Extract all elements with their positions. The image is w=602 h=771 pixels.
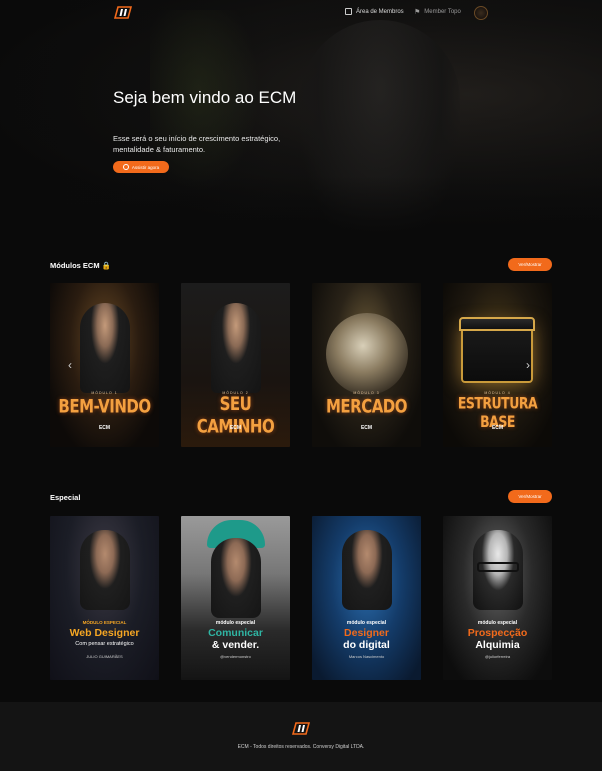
- module-card-1[interactable]: MÓDULO 1 BEM-VINDO ECM: [50, 283, 159, 447]
- nav-member-topo[interactable]: ⚑ Member Topo: [414, 8, 461, 16]
- modules-section-title: Módulos ECM 🔒: [50, 261, 111, 270]
- special-title: Web Designer: [69, 627, 140, 639]
- module-card-4[interactable]: MÓDULO 4 ESTRUTURA BASE ECM: [443, 283, 552, 447]
- special-title: Comunicar: [208, 627, 263, 639]
- special-subtitle: Com pensar estratégico: [75, 641, 134, 647]
- module-brand: ECM: [229, 425, 242, 431]
- module-card-3[interactable]: MÓDULO 3 MERCADO ECM: [312, 283, 421, 447]
- module-card-2[interactable]: MÓDULO 2 SEU CAMINHO ECM: [181, 283, 290, 447]
- special-card-4[interactable]: módulo especial Prospecção Alquimia @jul…: [443, 516, 552, 680]
- play-icon: [122, 164, 129, 170]
- user-icon: [345, 8, 352, 15]
- module-3-coin-image: [326, 313, 408, 395]
- special-4-glasses: [477, 562, 519, 572]
- module-title: BEM-VINDO: [58, 394, 151, 418]
- special-author: @vendermonstro: [220, 654, 251, 659]
- module-2-person-image: [211, 303, 261, 393]
- special-author: @juliorferreira: [484, 654, 511, 659]
- special-card-3[interactable]: módulo especial Designer do digital Marc…: [312, 516, 421, 680]
- special-author: JULIO GUIMARÃES: [86, 654, 123, 659]
- special-title: Prospecção: [467, 627, 528, 639]
- special-section-title: Especial: [50, 493, 81, 502]
- hero-title: Seja bem vindo ao ECM: [113, 88, 297, 107]
- carousel-next-icon[interactable]: ›: [526, 358, 530, 372]
- module-title: MERCADO: [325, 394, 408, 418]
- nav-member-topo-label: Member Topo: [424, 9, 461, 15]
- special-subtitle: Alquimia: [475, 639, 520, 651]
- nav-members-label: Área de Membros: [356, 8, 404, 15]
- footer-copyright: ECM - Todos direitos reservados. Convers…: [237, 744, 365, 750]
- special-subtitle: do digital: [343, 639, 390, 651]
- logo-icon[interactable]: [114, 6, 132, 19]
- special-card-1[interactable]: MÓDULO ESPECIAL Web Designer Com pensar …: [50, 516, 159, 680]
- module-brand: ECM: [360, 425, 373, 431]
- special-tag: módulo especial: [346, 620, 387, 626]
- module-brand: ECM: [98, 425, 111, 431]
- module-4-chest-image: [461, 325, 533, 383]
- module-brand: ECM: [491, 425, 504, 431]
- special-title: Designer: [344, 627, 389, 639]
- watch-now-label: Assistir agora: [131, 164, 160, 170]
- special-2-person-image: [211, 538, 261, 618]
- module-1-person-image: [80, 303, 130, 393]
- top-navbar: Área de Membros ⚑ Member Topo: [0, 0, 602, 24]
- carousel-prev-icon[interactable]: ‹: [68, 358, 72, 372]
- hero-banner: [0, 0, 602, 236]
- special-card-2[interactable]: módulo especial Comunicar & vender. @ven…: [181, 516, 290, 680]
- special-author: Marcos Nascimento: [348, 654, 385, 659]
- special-tag: MÓDULO ESPECIAL: [82, 620, 127, 625]
- special-show-all-button[interactable]: Ver/Mostrar: [508, 490, 552, 503]
- modules-show-all-button[interactable]: Ver/Mostrar: [508, 258, 552, 271]
- footer-logo-icon: [292, 722, 310, 735]
- hero-subtitle: Esse será o seu início de crescimento es…: [113, 134, 281, 154]
- special-3-person-image: [342, 530, 392, 610]
- watch-now-button[interactable]: Assistir agora: [113, 161, 169, 173]
- nav-members-area[interactable]: Área de Membros: [345, 8, 404, 15]
- special-tag: módulo especial: [215, 620, 256, 626]
- special-tag: módulo especial: [477, 620, 518, 626]
- special-subtitle: & vender.: [211, 639, 260, 651]
- user-avatar[interactable]: [474, 6, 488, 20]
- page-footer: ECM - Todos direitos reservados. Convers…: [0, 702, 602, 771]
- flag-icon: ⚑: [414, 9, 421, 16]
- special-1-person-image: [80, 530, 130, 610]
